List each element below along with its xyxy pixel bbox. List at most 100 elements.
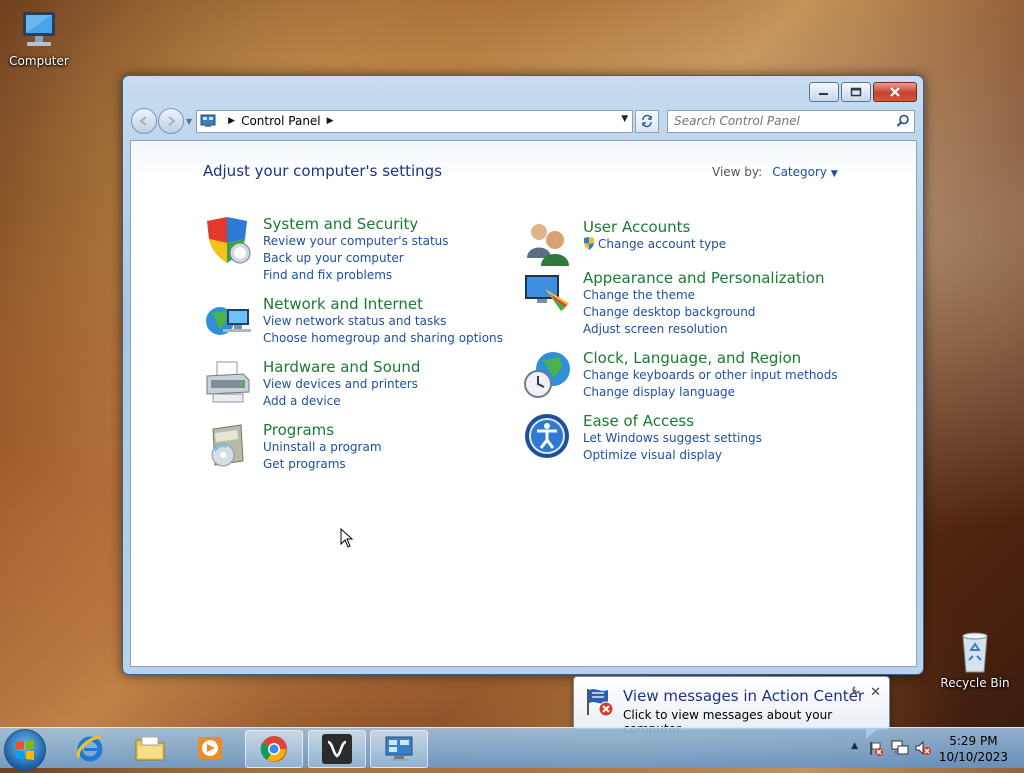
category-title[interactable]: Programs: [263, 421, 382, 439]
search-input[interactable]: [668, 113, 877, 129]
back-button[interactable]: [131, 108, 157, 134]
forward-button[interactable]: [158, 108, 184, 134]
view-by-value[interactable]: Category: [772, 165, 827, 179]
category-title[interactable]: Hardware and Sound: [263, 358, 420, 376]
link-change-account-type[interactable]: Change account type: [583, 236, 726, 255]
category-hardware-and-sound: Hardware and Sound View devices and prin…: [203, 358, 420, 410]
link-add-device[interactable]: Add a device: [263, 393, 420, 410]
uac-shield-icon: [583, 237, 595, 255]
link-suggest-settings[interactable]: Let Windows suggest settings: [583, 430, 762, 447]
category-clock-language-region: Clock, Language, and Region Change keybo…: [523, 349, 838, 401]
taskbar-media-player[interactable]: [182, 730, 238, 766]
link-review-status[interactable]: Review your computer's status: [263, 233, 449, 250]
forward-arrow-icon: [168, 116, 176, 126]
refresh-icon: [642, 114, 652, 128]
view-by-control: View by: Category ▼: [712, 165, 838, 179]
close-button[interactable]: [873, 82, 917, 102]
refresh-button[interactable]: [635, 109, 660, 133]
link-homegroup-sharing[interactable]: Choose homegroup and sharing options: [263, 330, 503, 347]
clock-date: 10/10/2023: [938, 750, 1008, 764]
close-icon[interactable]: ✕: [870, 685, 881, 700]
volume-muted-tray-icon[interactable]: [914, 740, 932, 759]
desktop-icon-recycle-bin[interactable]: Recycle Bin: [936, 630, 1014, 690]
view-by-label: View by:: [712, 165, 763, 179]
address-bar-row: ▼ ▶ Control Panel ▶ ▼: [131, 108, 915, 134]
show-hidden-icons-button[interactable]: ▲: [851, 741, 858, 751]
windows-logo-icon: [16, 740, 34, 760]
users-icon[interactable]: [523, 218, 573, 268]
programs-icon[interactable]: [203, 421, 253, 471]
search-icon[interactable]: [896, 114, 910, 131]
category-title[interactable]: User Accounts: [583, 218, 726, 236]
close-icon: [890, 87, 900, 97]
wrench-icon[interactable]: [849, 685, 861, 700]
link-desktop-background[interactable]: Change desktop background: [583, 304, 825, 321]
action-center-tray-icon[interactable]: [868, 740, 884, 759]
link-devices-printers[interactable]: View devices and printers: [263, 376, 420, 393]
taskbar-app-x[interactable]: [308, 730, 366, 768]
breadcrumb-separator-icon[interactable]: ▶: [228, 116, 235, 126]
address-field[interactable]: ▶ Control Panel ▶ ▼: [196, 109, 634, 133]
link-get-programs[interactable]: Get programs: [263, 456, 382, 473]
link-display-language[interactable]: Change display language: [583, 384, 838, 401]
chevron-down-icon[interactable]: ▼: [831, 169, 838, 179]
category-ease-of-access: Ease of Access Let Windows suggest setti…: [523, 412, 762, 464]
mouse-cursor-icon: [340, 527, 354, 551]
category-user-accounts: User Accounts Change account type: [523, 218, 726, 268]
recycle-bin-icon: [953, 630, 997, 674]
link-find-fix-problems[interactable]: Find and fix problems: [263, 267, 449, 284]
link-screen-resolution[interactable]: Adjust screen resolution: [583, 321, 825, 338]
taskbar-chrome[interactable]: [245, 730, 303, 768]
desktop-icon-computer[interactable]: Computer: [0, 8, 78, 68]
internet-explorer-icon: [76, 735, 103, 762]
link-optimize-display[interactable]: Optimize visual display: [583, 447, 762, 464]
breadcrumb-separator-icon[interactable]: ▶: [327, 116, 334, 126]
media-player-icon: [198, 737, 222, 759]
control-panel-icon: [200, 114, 216, 128]
network-globe-icon[interactable]: [203, 295, 253, 345]
link-label[interactable]: Change account type: [598, 237, 726, 251]
desktop-icon-label: Recycle Bin: [940, 676, 1010, 690]
link-back-up[interactable]: Back up your computer: [263, 250, 449, 267]
link-keyboards-input[interactable]: Change keyboards or other input methods: [583, 367, 838, 384]
category-title[interactable]: Appearance and Personalization: [583, 269, 825, 287]
taskbar-clock[interactable]: 5:29 PM 10/10/2023: [939, 733, 1008, 765]
start-button[interactable]: [4, 729, 46, 771]
category-network-and-internet: Network and Internet View network status…: [203, 295, 503, 347]
link-uninstall-program[interactable]: Uninstall a program: [263, 439, 382, 456]
maximize-button[interactable]: [841, 82, 871, 102]
computer-icon: [17, 8, 61, 52]
action-center-notification[interactable]: View messages in Action Center Click to …: [573, 676, 890, 739]
view-by-dropdown[interactable]: Category ▼: [772, 165, 838, 179]
minimize-button[interactable]: [809, 82, 839, 102]
ease-of-access-icon[interactable]: [523, 412, 573, 462]
category-programs: Programs Uninstall a program Get program…: [203, 421, 382, 473]
taskbar-internet-explorer[interactable]: [62, 730, 118, 766]
category-title[interactable]: Ease of Access: [583, 412, 762, 430]
taskbar-control-panel[interactable]: [370, 730, 428, 768]
category-title[interactable]: System and Security: [263, 215, 449, 233]
taskbar-file-explorer[interactable]: [122, 730, 178, 766]
network-tray-icon[interactable]: [891, 740, 909, 759]
chrome-icon: [260, 736, 287, 762]
page-title: Adjust your computer's settings: [203, 162, 443, 180]
notification-title[interactable]: View messages in Action Center: [623, 687, 864, 705]
address-dropdown-icon[interactable]: ▼: [621, 114, 628, 124]
link-change-theme[interactable]: Change the theme: [583, 287, 825, 304]
control-panel-window: ▼ ▶ Control Panel ▶ ▼ Adjust your comput…: [122, 75, 924, 675]
monitor-palette-icon[interactable]: [523, 269, 573, 319]
shield-icon[interactable]: [203, 215, 253, 265]
back-arrow-icon: [139, 116, 147, 126]
printer-icon[interactable]: [203, 358, 253, 408]
globe-clock-icon[interactable]: [523, 349, 573, 399]
search-box[interactable]: [667, 109, 915, 133]
breadcrumb-control-panel[interactable]: Control Panel: [241, 114, 321, 128]
category-title[interactable]: Clock, Language, and Region: [583, 349, 838, 367]
category-title[interactable]: Network and Internet: [263, 295, 503, 313]
minimize-icon: [819, 93, 828, 95]
clock-time: 5:29 PM: [949, 734, 998, 748]
maximize-icon: [850, 87, 862, 97]
recent-pages-dropdown[interactable]: ▼: [186, 117, 192, 126]
link-network-status[interactable]: View network status and tasks: [263, 313, 503, 330]
control-panel-icon: [385, 736, 413, 761]
